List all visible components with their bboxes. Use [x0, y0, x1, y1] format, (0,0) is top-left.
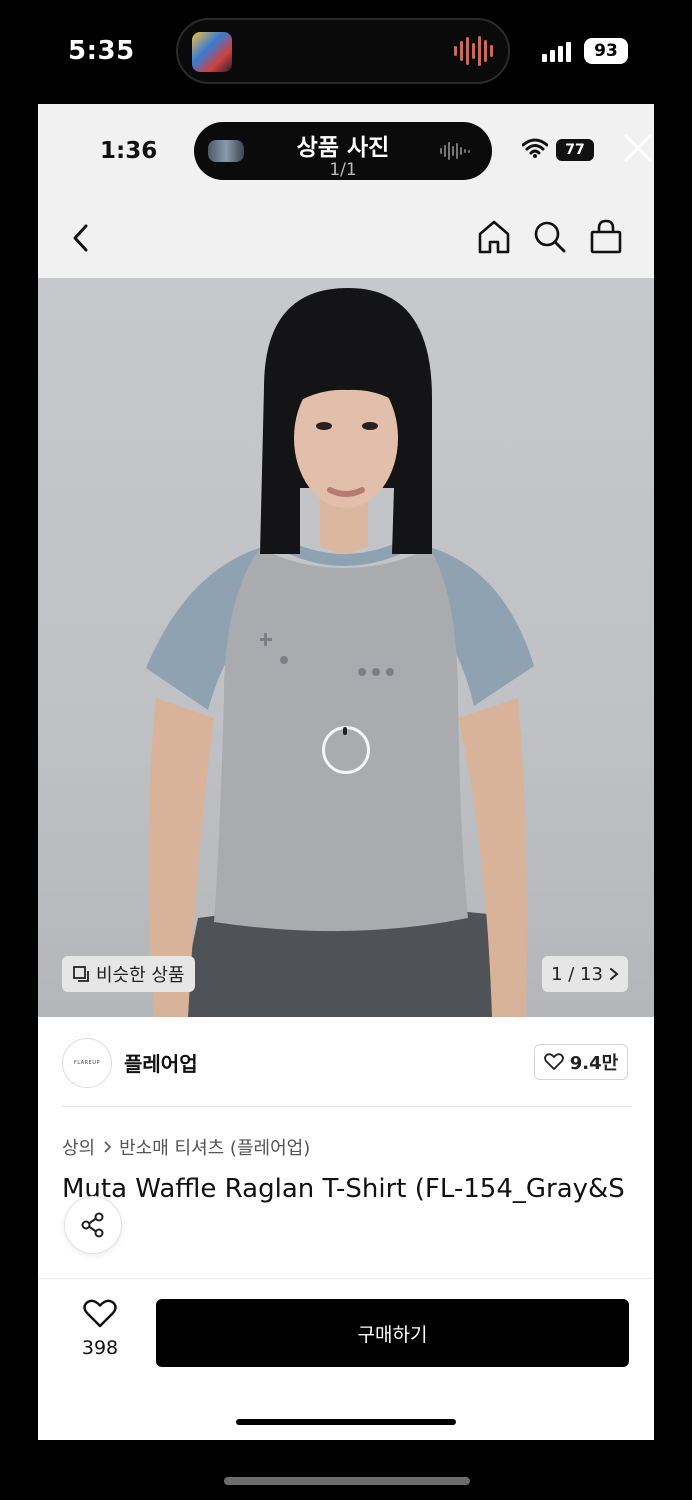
signal-icon — [542, 40, 571, 62]
loading-spinner-indicator — [343, 727, 347, 735]
wishlist-count: 398 — [81, 1337, 119, 1359]
viewer-count: 1/1 — [329, 160, 357, 180]
buy-button[interactable]: 구매하기 — [156, 1299, 629, 1367]
home-icon[interactable] — [476, 218, 512, 256]
heart-icon — [83, 1299, 117, 1328]
wishlist-button[interactable]: 398 — [70, 1299, 130, 1359]
product-photo[interactable]: 비슷한 상품 1 / 13 — [38, 278, 654, 1017]
brand-logo[interactable]: FLAREUP — [62, 1038, 112, 1088]
brand-like-button[interactable]: 9.4만 — [534, 1044, 628, 1080]
home-indicator — [236, 1419, 456, 1425]
brand-name[interactable]: 플레어업 — [124, 1048, 198, 1077]
model-illustration — [146, 288, 534, 1017]
close-icon[interactable] — [622, 132, 654, 164]
inner-battery: 77 — [556, 139, 594, 161]
shopping-bag-icon[interactable] — [588, 218, 624, 256]
chevron-right-icon — [104, 1141, 112, 1153]
wifi-icon — [522, 138, 548, 158]
photo-viewer-header: 상품 사진 1/1 — [194, 122, 492, 180]
pill-waveform-icon — [440, 140, 470, 162]
outer-status-time: 5:35 — [68, 36, 135, 66]
photo-counter: 1 / 13 — [551, 963, 603, 985]
similar-items-button[interactable]: 비슷한 상품 — [62, 956, 195, 992]
share-icon — [81, 1212, 104, 1238]
audio-waveform-icon — [454, 34, 494, 68]
breadcrumb-category[interactable]: 상의 — [62, 1134, 95, 1160]
inner-status-time: 1:36 — [100, 138, 158, 164]
purchase-bar: 398 구매하기 — [38, 1278, 654, 1440]
product-title: Muta Waffle Raglan T-Shirt (FL-154_Gray&… — [62, 1174, 625, 1204]
top-bar: 1:36 상품 사진 1/1 77 — [38, 104, 654, 278]
search-icon[interactable] — [532, 218, 568, 256]
heart-icon — [543, 1053, 564, 1070]
outer-battery: 93 — [584, 38, 628, 64]
chevron-right-icon — [609, 968, 619, 980]
divider — [62, 1106, 632, 1107]
now-playing-artwork — [192, 32, 232, 72]
similar-items-icon — [73, 966, 89, 982]
app-screen: 1:36 상품 사진 1/1 77 비슷한 상품 1 / 13 FLAREUP … — [38, 104, 654, 1440]
similar-items-label: 비슷한 상품 — [96, 965, 185, 986]
photo-counter-button[interactable]: 1 / 13 — [542, 956, 628, 992]
brand-like-count: 9.4만 — [569, 1053, 619, 1074]
breadcrumb-subcategory[interactable]: 반소매 티셔츠 (플레어업) — [119, 1134, 310, 1160]
outer-home-indicator[interactable] — [224, 1477, 470, 1485]
share-button[interactable] — [64, 1196, 122, 1254]
breadcrumb: 상의 반소매 티셔츠 (플레어업) — [62, 1134, 310, 1160]
back-chevron-icon[interactable] — [68, 220, 96, 256]
